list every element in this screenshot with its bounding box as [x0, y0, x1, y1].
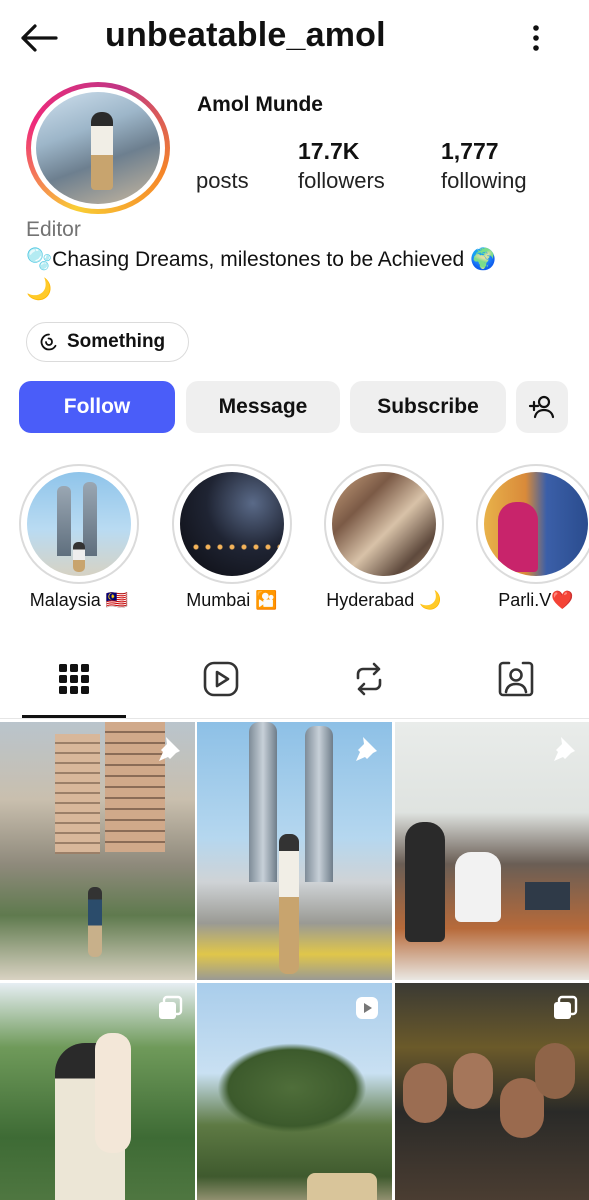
message-button[interactable]: Message	[186, 381, 340, 433]
tagged-person-icon	[498, 661, 534, 697]
following-count: 1,777	[441, 138, 499, 164]
highlight-cover	[27, 472, 131, 576]
carousel-icon	[159, 995, 183, 1019]
story-highlight[interactable]: Parli.V❤️	[476, 464, 589, 611]
tab-grid[interactable]	[19, 640, 129, 718]
post-tile[interactable]	[0, 722, 195, 980]
highlight-label: Hyderabad 🌙	[326, 590, 442, 610]
follow-button[interactable]: Follow	[19, 381, 175, 433]
story-highlight[interactable]: Mumbai 🎦	[172, 464, 292, 611]
story-highlight[interactable]: Malaysia 🇲🇾	[19, 464, 139, 611]
tab-tagged[interactable]	[461, 640, 571, 718]
highlight-label: Mumbai 🎦	[186, 590, 278, 610]
followers-label: followers	[298, 168, 385, 193]
highlight-label: Parli.V❤️	[498, 590, 574, 610]
following-stat[interactable]: 1,777 following	[441, 138, 527, 194]
bio-line: 🫧Chasing Dreams, milestones to be Achiev…	[26, 248, 497, 271]
add-person-icon	[528, 395, 555, 419]
more-vertical-icon[interactable]	[526, 22, 546, 54]
pin-icon	[159, 737, 180, 761]
highlight-cover	[484, 472, 588, 576]
pin-icon	[356, 737, 377, 761]
bio-line: 🌙	[26, 278, 53, 301]
story-highlight[interactable]: Hyderabad 🌙	[324, 464, 444, 611]
tab-reels[interactable]	[166, 640, 276, 718]
repost-icon	[356, 662, 382, 696]
top-bar: unbeatable_amol	[0, 0, 589, 78]
highlight-label: Malaysia 🇲🇾	[29, 590, 129, 610]
posts-count	[196, 138, 249, 168]
profile-full-name: Amol Munde	[197, 93, 323, 116]
highlight-cover	[332, 472, 436, 576]
post-tile[interactable]	[197, 722, 392, 980]
carousel-icon	[554, 995, 578, 1019]
threads-badge[interactable]: Something	[26, 322, 189, 362]
grid-icon	[59, 664, 89, 694]
profile-bio: 🫧Chasing Dreams, milestones to be Achiev…	[26, 245, 566, 305]
posts-stat: posts	[196, 138, 249, 194]
add-person-button[interactable]	[516, 381, 568, 433]
profile-username: unbeatable_amol	[105, 16, 386, 54]
profile-tabs	[0, 640, 589, 720]
post-tile[interactable]	[0, 983, 195, 1200]
subscribe-button[interactable]: Subscribe	[350, 381, 506, 433]
post-tile[interactable]	[395, 983, 589, 1200]
tab-reposts[interactable]	[314, 640, 424, 718]
threads-icon	[40, 333, 57, 351]
pin-icon	[554, 737, 575, 761]
posts-label: posts	[196, 168, 249, 193]
profile-category: Editor	[26, 218, 81, 241]
following-label: following	[441, 168, 527, 193]
reels-icon	[203, 661, 239, 697]
followers-count: 17.7K	[298, 138, 360, 164]
followers-stat[interactable]: 17.7K followers	[298, 138, 385, 194]
reel-icon	[356, 997, 378, 1019]
threads-badge-label: Something	[67, 331, 166, 352]
post-tile[interactable]	[395, 722, 589, 980]
arrow-left-icon[interactable]	[18, 22, 60, 54]
post-tile[interactable]	[197, 983, 392, 1200]
posts-grid	[0, 722, 589, 1200]
highlight-cover	[180, 472, 284, 576]
profile-avatar[interactable]	[26, 82, 170, 214]
avatar-photo	[36, 92, 160, 204]
